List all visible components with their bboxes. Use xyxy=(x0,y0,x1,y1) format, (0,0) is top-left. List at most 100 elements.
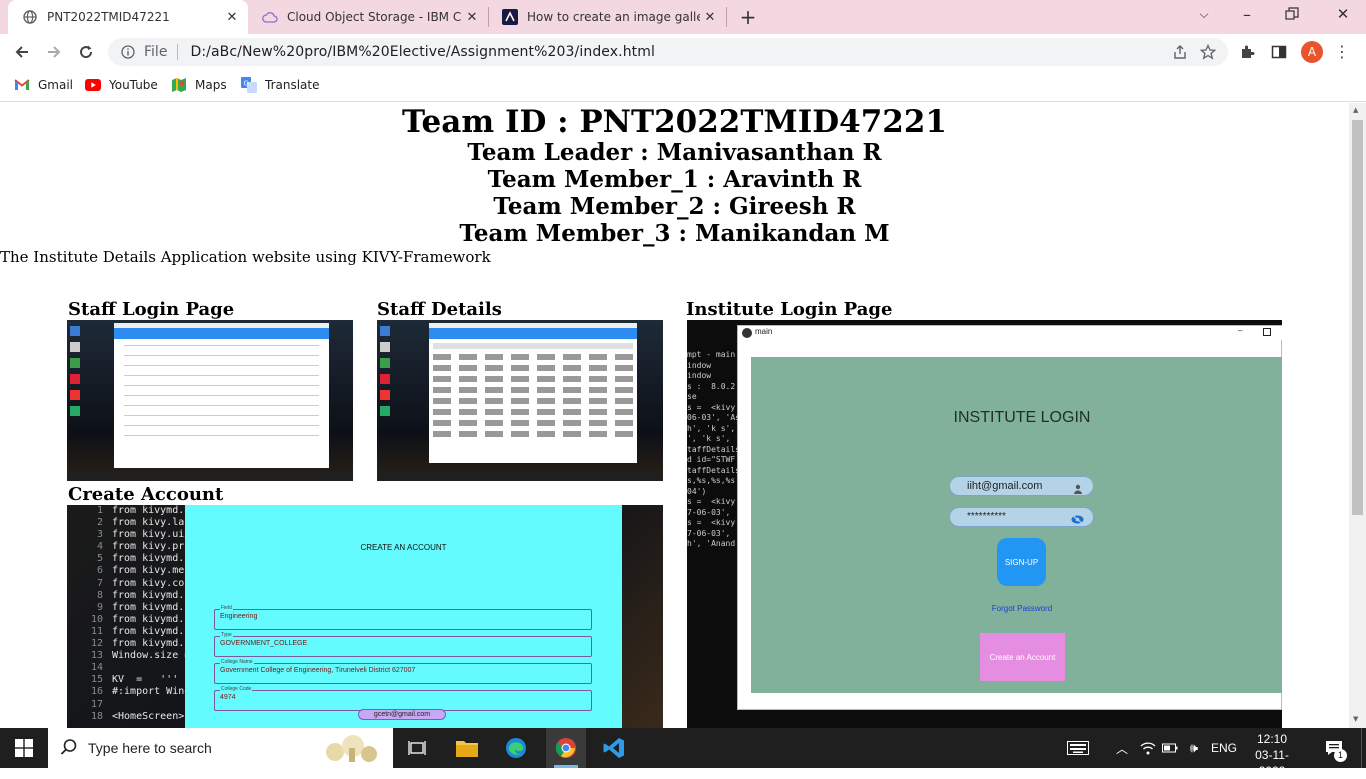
code-line: 11 from kivymd.u xyxy=(67,626,190,638)
line-number: 18 xyxy=(90,710,103,722)
forward-arrow-icon[interactable] xyxy=(40,38,68,66)
tab-search-chevron-icon[interactable]: ⌵ xyxy=(1194,7,1214,27)
account-field-value: Engineering xyxy=(220,613,258,620)
staff-login-screenshot xyxy=(67,320,353,481)
line-code: from kivy.met xyxy=(112,565,191,577)
terminal-line: taffDetails xyxy=(687,444,740,454)
forgot-password-link: Forgot Password xyxy=(991,604,1053,613)
team-member-3: Team Member_3 : Manikandan M xyxy=(459,220,890,247)
description-text: The Institute Details Application websit… xyxy=(0,248,491,266)
line-number: 2 xyxy=(96,517,103,529)
tray-chevron-icon[interactable]: ︿ xyxy=(1112,728,1132,768)
kivy-window: main – INSTITUTE LOGIN iiht@gmail.com **… xyxy=(737,325,1282,710)
show-desktop-button[interactable] xyxy=(1361,728,1366,768)
team-leader: Team Leader : Manivasanthan R xyxy=(467,139,882,166)
line-number: 10 xyxy=(90,613,103,625)
account-field-label: College Code xyxy=(220,686,253,692)
code-line: 7 from kivy.cor xyxy=(67,578,190,590)
code-line: 6 from kivy.met xyxy=(67,565,190,577)
line-number: 13 xyxy=(90,650,103,662)
cloud-icon xyxy=(262,9,278,25)
line-number: 4 xyxy=(96,541,103,553)
start-button[interactable] xyxy=(0,728,48,768)
file-explorer-icon[interactable] xyxy=(449,728,485,768)
account-field-label: Type xyxy=(220,632,233,638)
profile-avatar[interactable]: A xyxy=(1301,41,1323,63)
institute-login-card: INSTITUTE LOGIN iiht@gmail.com *********… xyxy=(751,357,1282,693)
new-tab-button[interactable]: + xyxy=(736,5,760,29)
info-icon[interactable] xyxy=(120,44,136,60)
terminal-line: h', 'Anand xyxy=(687,539,736,548)
clock[interactable]: 12:10 03-11-2022 xyxy=(1242,731,1302,779)
line-number: 5 xyxy=(96,553,103,565)
line-code: from kivy.uix xyxy=(112,529,191,541)
volume-icon[interactable]: 🕪 xyxy=(1184,728,1204,768)
terminal-line: 7-06-03', xyxy=(687,507,731,517)
line-code: from kivymd.a xyxy=(112,505,191,516)
close-window-button[interactable]: ✕ xyxy=(1332,5,1354,25)
account-field-value: 4974 xyxy=(220,694,236,701)
tab-pnt[interactable]: PNT2022TMID47221 ✕ xyxy=(8,0,248,34)
globe-icon xyxy=(22,9,38,25)
restore-window-button[interactable] xyxy=(1285,6,1307,26)
terminal-line: 7-06-03', xyxy=(687,528,731,538)
line-number: 14 xyxy=(90,662,103,674)
code-line: 17 xyxy=(67,699,185,711)
reload-icon[interactable] xyxy=(72,38,100,66)
language-indicator[interactable]: ENG xyxy=(1210,728,1238,768)
scroll-up-arrow-icon[interactable]: ▲ xyxy=(1353,106,1358,114)
terminal-line: mpt - main.py xyxy=(687,350,750,359)
bookmark-gmail[interactable]: Gmail xyxy=(14,76,73,94)
password-field: ********** xyxy=(949,507,1094,527)
scroll-down-arrow-icon[interactable]: ▼ xyxy=(1353,715,1358,723)
tab-image-gallery[interactable]: How to create an image gallery w ✕ xyxy=(488,0,726,34)
menu-kebab-icon[interactable]: ⋮ xyxy=(1334,42,1350,62)
line-code: from kivymd.u xyxy=(112,601,191,613)
youtube-icon xyxy=(85,77,101,93)
terminal-line: s,%s,%s,%s xyxy=(687,476,736,485)
terminal-line: ', 'k s', xyxy=(687,434,731,443)
clock-time: 12:10 xyxy=(1256,732,1288,746)
keyboard-icon[interactable] xyxy=(1064,728,1092,768)
bookmark-translate[interactable]: G Translate xyxy=(241,76,320,94)
scrollbar-thumb[interactable] xyxy=(1352,120,1363,515)
bookmark-star-icon[interactable] xyxy=(1199,43,1217,60)
line-code: <HomeScreen>: xyxy=(112,710,191,722)
side-panel-icon[interactable] xyxy=(1271,44,1289,62)
bookmark-maps[interactable]: Maps xyxy=(171,76,227,94)
line-number: 3 xyxy=(96,529,103,541)
wifi-icon[interactable] xyxy=(1139,728,1157,768)
close-tab-icon[interactable]: ✕ xyxy=(462,10,482,25)
staff-details-caption: Staff Details xyxy=(377,299,502,320)
extensions-icon[interactable] xyxy=(1239,44,1257,62)
bookmark-youtube[interactable]: YouTube xyxy=(85,76,158,94)
code-line: 3 from kivy.uix xyxy=(67,529,190,541)
translate-icon: G xyxy=(241,77,257,93)
battery-icon[interactable] xyxy=(1161,728,1179,768)
task-view-icon[interactable] xyxy=(400,728,434,768)
terminal-line: taffDetails xyxy=(687,465,740,475)
tab-cloud-object-storage[interactable]: Cloud Object Storage - IBM Clou ✕ xyxy=(248,0,488,34)
chrome-taskbar-icon[interactable] xyxy=(546,728,586,768)
close-tab-icon[interactable]: ✕ xyxy=(700,10,720,25)
search-highlight-image xyxy=(319,730,385,766)
edge-browser-icon[interactable] xyxy=(499,728,533,768)
share-icon[interactable] xyxy=(1172,44,1188,60)
notification-center-icon[interactable] xyxy=(1318,728,1350,768)
back-arrow-icon[interactable] xyxy=(8,38,36,66)
gmail-icon xyxy=(14,77,30,93)
taskbar-search-box[interactable]: Type here to search xyxy=(48,728,393,768)
close-tab-icon[interactable]: ✕ xyxy=(222,10,242,25)
address-divider xyxy=(177,44,179,60)
terminal-line: s = <kivy xyxy=(687,497,736,506)
address-bar[interactable]: File D:/aBc/New%20pro/IBM%20Elective/Ass… xyxy=(108,38,1228,66)
code-line: 4 from kivy.pro xyxy=(67,541,190,553)
vscode-icon[interactable] xyxy=(596,728,632,768)
line-code: KV = ''' xyxy=(112,674,179,686)
windows-logo-icon xyxy=(15,739,33,757)
account-field: Type GOVERNMENT_COLLEGE xyxy=(214,632,592,657)
minimize-window-button[interactable]: – xyxy=(1236,5,1258,25)
url-text[interactable]: D:/aBc/New%20pro/IBM%20Elective/Assignme… xyxy=(190,44,655,60)
code-line: 12 from kivymd.u xyxy=(67,638,190,650)
restore-icon xyxy=(1285,7,1299,20)
